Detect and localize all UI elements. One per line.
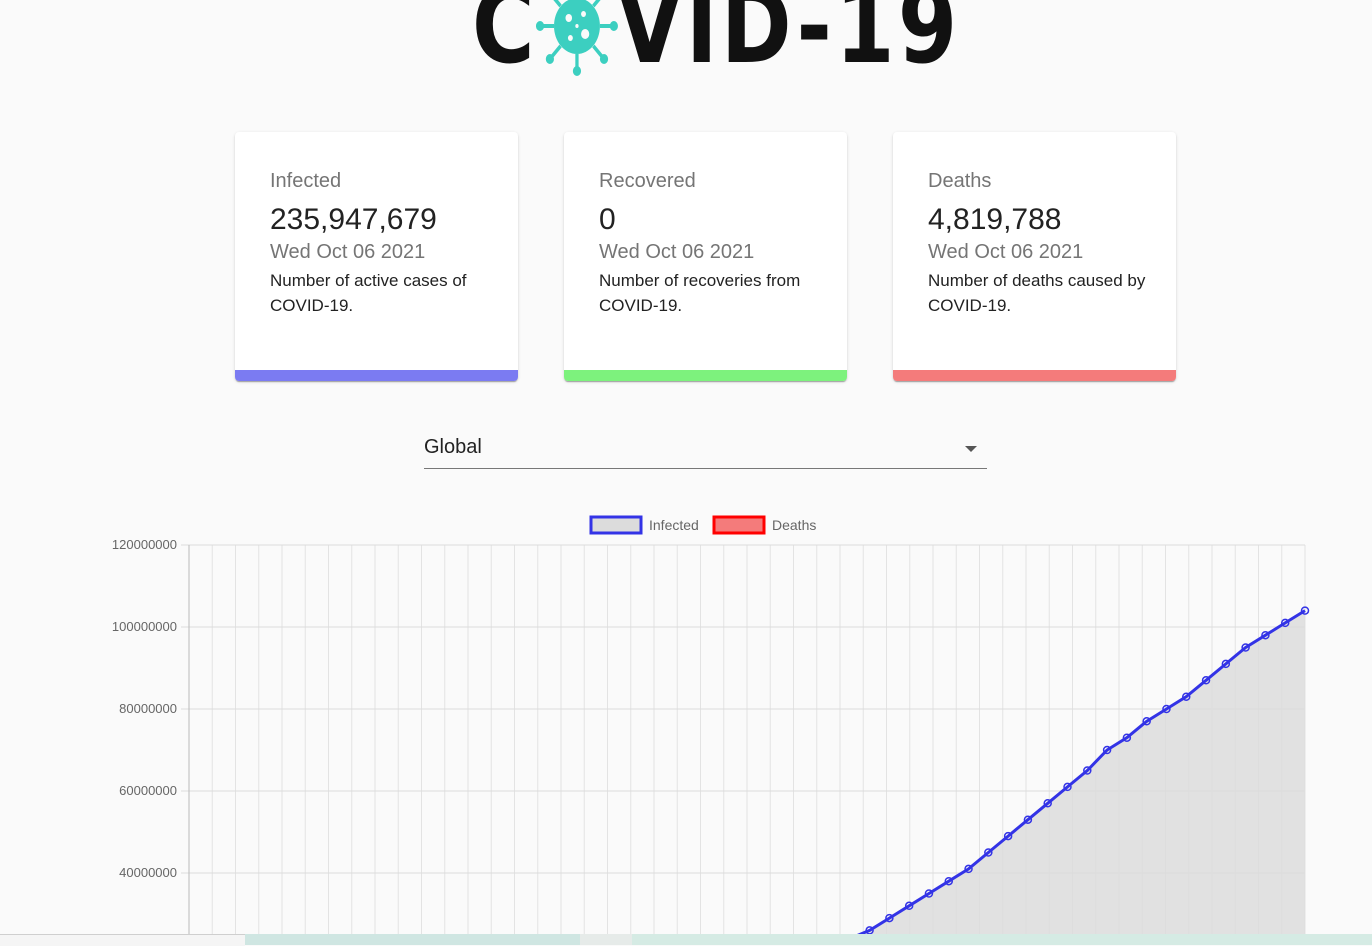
y-tick-label: 100000000 — [112, 619, 177, 634]
legend-swatch-deaths — [712, 515, 766, 535]
card-description: Number of recoveries from COVID-19. — [599, 271, 801, 315]
card-description: Number of deaths caused by COVID-19. — [928, 271, 1146, 315]
infected-card: Infected 235,947,679 Wed Oct 06 2021 Num… — [235, 132, 518, 381]
card-value: 0 — [599, 203, 616, 236]
card-value: 4,819,788 — [928, 203, 1062, 236]
covid19-logo: C VID-19 — [472, 0, 1068, 87]
taskbar-segment[interactable] — [0, 934, 245, 946]
y-tick-label: 80000000 — [119, 701, 177, 716]
card-title: Deaths — [928, 170, 992, 192]
card-date: Wed Oct 06 2021 — [928, 241, 1084, 263]
card-color-bar — [893, 370, 1176, 381]
legend-label-infected: Infected — [649, 517, 699, 533]
y-tick-label: 60000000 — [119, 783, 177, 798]
logo-text-right: VID-19 — [616, 0, 961, 87]
country-select[interactable]: Global — [424, 433, 987, 469]
dropdown-arrow-icon[interactable] — [965, 446, 977, 452]
legend-label-deaths: Deaths — [772, 517, 816, 533]
logo-text-left: C — [472, 0, 538, 87]
country-select-value: Global — [424, 436, 482, 458]
taskbar-segment[interactable] — [632, 934, 1372, 945]
card-title: Infected — [270, 170, 342, 192]
recovered-card: Recovered 0 Wed Oct 06 2021 Number of re… — [564, 132, 847, 381]
card-description: Number of active cases of COVID-19. — [270, 271, 467, 315]
card-date: Wed Oct 06 2021 — [270, 241, 426, 263]
deaths-card: Deaths 4,819,788 Wed Oct 06 2021 Number … — [893, 132, 1176, 381]
y-tick-label: 120000000 — [112, 537, 177, 552]
card-color-bar — [235, 370, 518, 381]
y-tick-label: 40000000 — [119, 865, 177, 880]
card-title: Recovered — [599, 170, 696, 192]
card-date: Wed Oct 06 2021 — [599, 241, 755, 263]
virus-icon — [536, 0, 619, 76]
taskbar-segment[interactable] — [245, 934, 580, 945]
card-color-bar — [564, 370, 847, 381]
cases-line-chart: 120000000 100000000 80000000 60000000 400000… — [112, 515, 1310, 935]
legend-swatch-infected — [589, 515, 643, 535]
card-value: 235,947,679 — [270, 203, 437, 236]
